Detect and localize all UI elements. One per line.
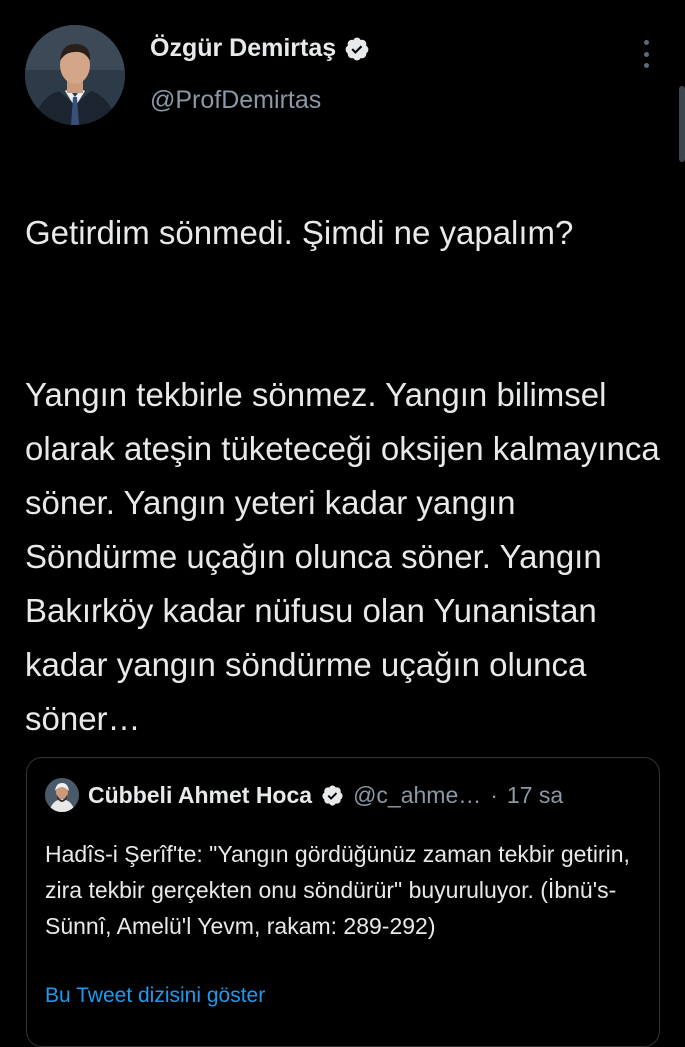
show-thread-link[interactable]: Bu Tweet dizisini göster: [45, 984, 265, 1008]
quoted-author-handle[interactable]: @c_ahme…: [353, 782, 481, 809]
scrollbar[interactable]: [679, 86, 685, 162]
verified-badge-icon: [322, 784, 343, 806]
quoted-author-name[interactable]: Cübbeli Ahmet Hoca: [88, 782, 312, 809]
verified-badge-icon: [345, 37, 369, 60]
quoted-tweet-text: Hadîs-i Şerîf'te: "Yangın gördüğünüz zam…: [45, 841, 630, 939]
quoted-timestamp[interactable]: 17 sa: [507, 782, 563, 809]
tweet-paragraph: Yangın tekbirle sönmez. Yangın bilimsel …: [25, 376, 660, 737]
author-avatar[interactable]: [25, 25, 125, 125]
avatar-photo: [25, 25, 125, 125]
tweet-paragraph: Getirdim sönmedi. Şimdi ne yapalım?: [25, 214, 574, 251]
tweet-text: Getirdim sönmedi. Şimdi ne yapalım? Yang…: [25, 152, 665, 800]
quoted-author-avatar[interactable]: [45, 778, 79, 812]
author-name-text[interactable]: Özgür Demirtaş: [150, 34, 336, 63]
separator-dot: ·: [490, 781, 498, 808]
quoted-avatar-photo: [45, 778, 79, 812]
author-handle[interactable]: @ProfDemirtas: [150, 86, 321, 115]
quoted-tweet-card[interactable]: Cübbeli Ahmet Hoca @c_ahme… · 17 sa Hadî…: [26, 757, 660, 1047]
quoted-tweet-header: Cübbeli Ahmet Hoca @c_ahme… · 17 sa: [45, 778, 563, 812]
more-options-icon[interactable]: [634, 38, 658, 70]
author-name[interactable]: Özgür Demirtaş: [150, 34, 370, 63]
